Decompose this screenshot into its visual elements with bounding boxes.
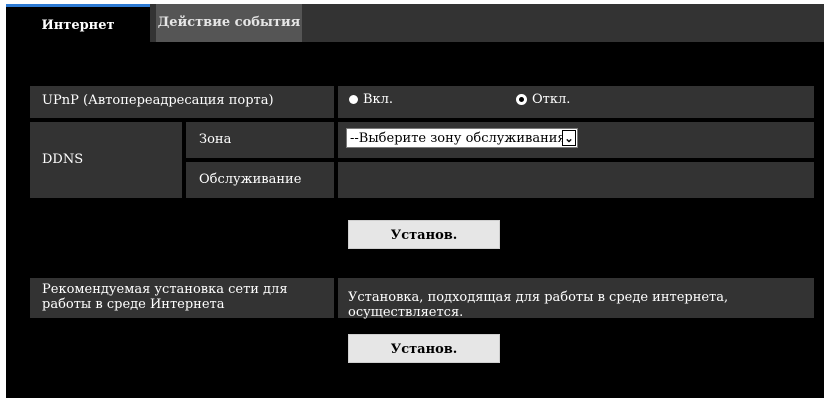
ddns-zone-select[interactable]: --Выберите зону обслуживания-- ⌄ bbox=[346, 128, 578, 148]
chevron-down-icon: ⌄ bbox=[562, 130, 576, 146]
radio-selected-icon bbox=[516, 94, 527, 105]
upnp-on-label: Вкл. bbox=[363, 92, 394, 107]
upnp-off-label: Откл. bbox=[532, 92, 571, 107]
radio-filled-icon bbox=[349, 95, 358, 104]
ddns-service-label: Обслуживание bbox=[199, 172, 302, 187]
ddns-label: DDNS bbox=[42, 152, 84, 167]
upnp-off-radio[interactable]: Откл. bbox=[516, 92, 570, 107]
set-button-recommended[interactable]: Установ. bbox=[348, 334, 500, 363]
ddns-zone-label: Зона bbox=[199, 132, 232, 147]
upnp-on-radio[interactable]: Вкл. bbox=[349, 92, 393, 107]
ddns-service-value-bg bbox=[338, 162, 814, 198]
tab-internet[interactable]: Интернет bbox=[6, 4, 150, 42]
upnp-label: UPnP (Автопереадресация порта) bbox=[42, 93, 274, 108]
tab-event-action[interactable]: Действие события bbox=[156, 4, 302, 42]
tab-bar: Интернет Действие события bbox=[6, 4, 824, 42]
recommended-label: Рекомендуемая установка сети для работы … bbox=[42, 282, 288, 312]
upnp-row-value-bg bbox=[338, 86, 814, 118]
ddns-zone-selected: --Выберите зону обслуживания-- bbox=[350, 130, 562, 146]
recommended-description: Установка, подходящая для работы в среде… bbox=[348, 290, 729, 320]
set-button-ddns[interactable]: Установ. bbox=[348, 220, 500, 249]
